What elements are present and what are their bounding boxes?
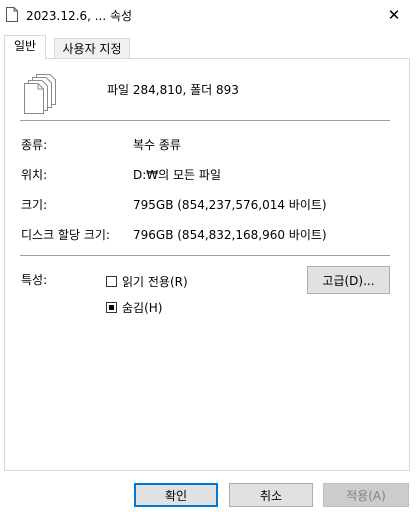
selection-summary: 파일 284,810, 폴더 893 bbox=[107, 83, 239, 97]
advanced-button[interactable]: 고급(D)... bbox=[307, 266, 390, 294]
location-value: D:₩의 모든 파일 bbox=[133, 168, 221, 182]
type-value: 복수 종류 bbox=[133, 138, 181, 152]
hidden-label: 숨김(H) bbox=[122, 301, 163, 315]
separator bbox=[20, 120, 390, 121]
readonly-label: 읽기 전용(R) bbox=[122, 275, 188, 289]
disk-size-label: 디스크 할당 크기: bbox=[21, 228, 110, 242]
multiple-files-icon bbox=[24, 74, 56, 114]
disk-size-value: 796GB (854,832,168,960 바이트) bbox=[133, 228, 327, 242]
size-label: 크기: bbox=[21, 198, 48, 212]
advanced-button-label: 고급(D)... bbox=[322, 273, 375, 288]
hidden-checkbox[interactable] bbox=[106, 302, 117, 313]
location-label: 위치: bbox=[21, 168, 48, 182]
hidden-checkbox-row[interactable]: 숨김(H) bbox=[106, 299, 162, 316]
readonly-checkbox-row[interactable]: 읽기 전용(R) bbox=[106, 273, 188, 290]
size-value: 795GB (854,237,576,014 바이트) bbox=[133, 198, 327, 212]
attributes-label: 특성: bbox=[21, 273, 48, 287]
separator bbox=[20, 255, 390, 256]
readonly-checkbox[interactable] bbox=[106, 276, 117, 287]
type-label: 종류: bbox=[21, 138, 48, 152]
